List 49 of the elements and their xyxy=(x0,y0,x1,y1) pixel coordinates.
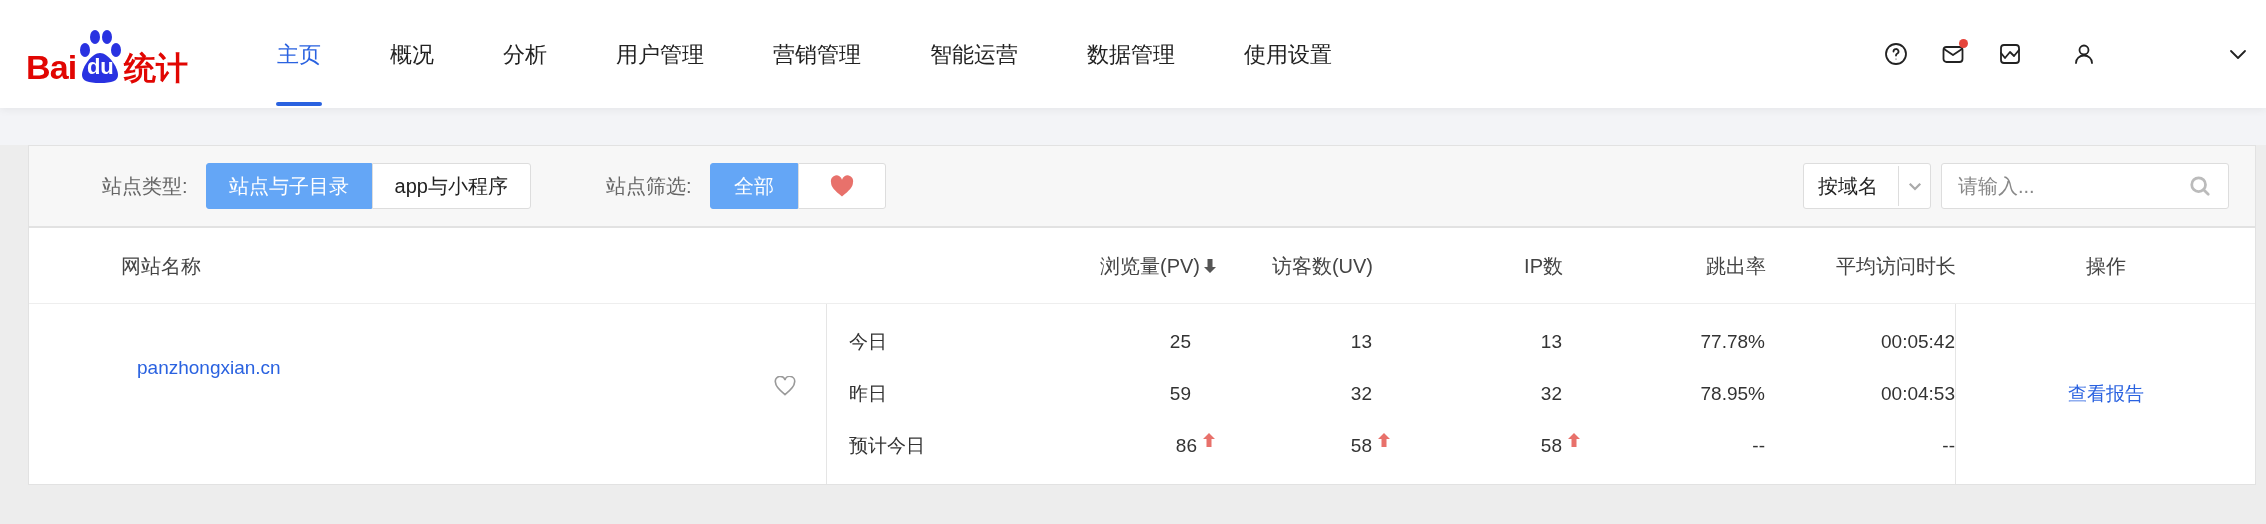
nav-tab[interactable]: 营销管理 xyxy=(754,0,881,108)
column-header[interactable]: 浏览量(PV) xyxy=(1100,250,1200,281)
table-cell-text: 25 xyxy=(1169,329,1191,354)
mail-icon[interactable] xyxy=(1941,42,1965,66)
nav-tab[interactable]: 主页 xyxy=(258,0,341,108)
help-icon[interactable] xyxy=(1884,42,1908,66)
domain-select[interactable]: 按域名 xyxy=(1803,163,1931,209)
nav-tab[interactable]: 智能运营 xyxy=(911,0,1038,108)
site-link[interactable]: panzhongxian.cn xyxy=(137,354,281,383)
table-cell-text: 32 xyxy=(1350,381,1372,406)
filter-label: 站点筛选: xyxy=(605,174,692,199)
table-cell-text: 13 xyxy=(1350,329,1372,354)
table-cell-text: 00:04:53 xyxy=(1881,381,1955,406)
table-cell-text: 00:05:42 xyxy=(1881,329,1955,354)
table-cell-text: 78.95% xyxy=(1700,381,1765,406)
nav-tab[interactable]: 分析 xyxy=(484,0,567,108)
column-header: 网站名称 xyxy=(121,254,201,277)
user-icon[interactable] xyxy=(2072,42,2096,66)
table-cell-text: 58 xyxy=(1350,433,1372,458)
site-type-toggle[interactable]: app与小程序 xyxy=(371,163,531,209)
table-cell-text: 13 xyxy=(1540,329,1562,354)
column-header: 平均访问时长 xyxy=(1836,253,1956,279)
chart-icon[interactable] xyxy=(1998,42,2022,66)
column-header: IP数 xyxy=(1524,253,1563,279)
baidu-logo[interactable]: Bai du 统计 xyxy=(26,24,189,84)
column-header: 跳出率 xyxy=(1706,253,1766,279)
column-header: 操作 xyxy=(2085,253,2126,279)
row-label: 昨日 xyxy=(849,382,887,404)
table-cell-text: 77.78% xyxy=(1700,329,1765,354)
sort-down-icon[interactable] xyxy=(1204,258,1216,273)
nav-tab[interactable]: 用户管理 xyxy=(597,0,724,108)
nav-tab[interactable]: 概况 xyxy=(371,0,454,108)
view-report-link[interactable]: 查看报告 xyxy=(2067,379,2144,409)
row-label: 今日 xyxy=(849,330,887,352)
table-cell-text: 86 xyxy=(1175,433,1197,458)
favorites-filter-toggle[interactable] xyxy=(797,163,886,209)
table-cell-text: 58 xyxy=(1540,433,1562,458)
table-cell-text: -- xyxy=(1942,433,1955,458)
column-header: 访客数(UV) xyxy=(1271,253,1373,279)
heart-icon xyxy=(828,174,855,198)
nav-tab[interactable]: 使用设置 xyxy=(1225,0,1352,108)
search-field[interactable]: 请输入... xyxy=(1941,163,2229,209)
table-cell-text: 59 xyxy=(1169,381,1191,406)
row-label: 预计今日 xyxy=(849,434,925,456)
filter-label: 站点类型: xyxy=(102,174,188,199)
nav-tab[interactable]: 数据管理 xyxy=(1068,0,1195,108)
table-cell-text: 32 xyxy=(1540,381,1562,406)
favorite-heart-icon[interactable] xyxy=(774,376,796,396)
table-cell-text: -- xyxy=(1752,433,1765,458)
